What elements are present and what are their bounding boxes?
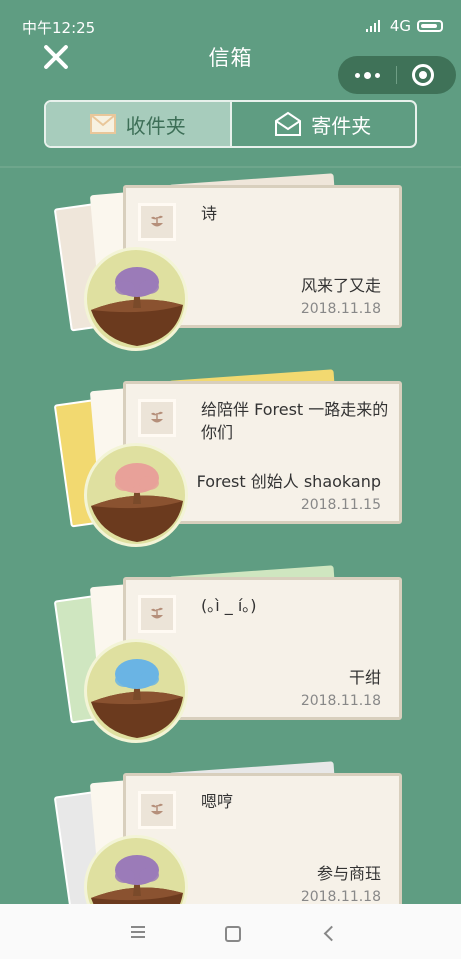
stamp-sprout-icon [138,399,176,437]
letter-date: 2018.11.18 [300,889,381,905]
divider [0,166,461,168]
tab-outbox[interactable]: 寄件夹 [229,102,416,146]
letter-sender: 参与商珏 [316,864,381,883]
home-icon[interactable] [222,923,242,943]
tree-icon [84,247,188,351]
open-envelope-icon [275,111,302,136]
tree-icon [84,639,188,743]
tab-inbox[interactable]: 收件夹 [46,102,230,146]
letter-date: 2018.11.18 [300,301,381,317]
tab-outbox-label: 寄件夹 [311,113,372,138]
tab-inbox-label: 收件夹 [125,113,186,138]
more-options-button[interactable] [338,56,396,94]
letter-subject: 给陪伴 Forest 一路走来的你们 [201,400,389,442]
tree-icon [84,443,188,547]
letter-item[interactable]: 诗 风来了又走 2018.11.18 [0,173,461,355]
letter-subject: (｡ì _ í｡) [201,596,257,615]
envelope-icon [89,114,116,134]
android-nav-bar [0,904,461,959]
menu-icon[interactable] [128,923,148,943]
network-label: 4G [389,17,411,35]
status-time: 中午12:25 [22,19,96,37]
letter-subject: 诗 [201,204,218,223]
letter-subject: 嗯哼 [201,792,234,811]
battery-icon [417,20,443,32]
stamp-sprout-icon [138,203,176,241]
letter-date: 2018.11.18 [300,693,381,709]
miniprogram-capsule [338,56,456,94]
stamp-sprout-icon [138,791,176,829]
letter-sender: 风来了又走 [300,276,381,295]
letter-item[interactable]: 给陪伴 Forest 一路走来的你们 Forest 创始人 shaokanp 2… [0,369,461,551]
letter-sender: Forest 创始人 shaokanp [196,472,381,491]
status-indicators: 4G [365,17,443,35]
letter-item[interactable]: (｡ì _ í｡) 干绀 2018.11.18 [0,565,461,747]
letter-date: 2018.11.15 [300,497,381,513]
letter-sender: 干绀 [348,668,381,687]
exit-miniprogram-icon[interactable] [412,64,434,86]
signal-icon [365,20,384,32]
back-icon[interactable] [320,923,340,943]
mailbox-tabs: 收件夹 寄件夹 [44,100,417,148]
stamp-sprout-icon [138,595,176,633]
capsule-divider [396,66,397,84]
